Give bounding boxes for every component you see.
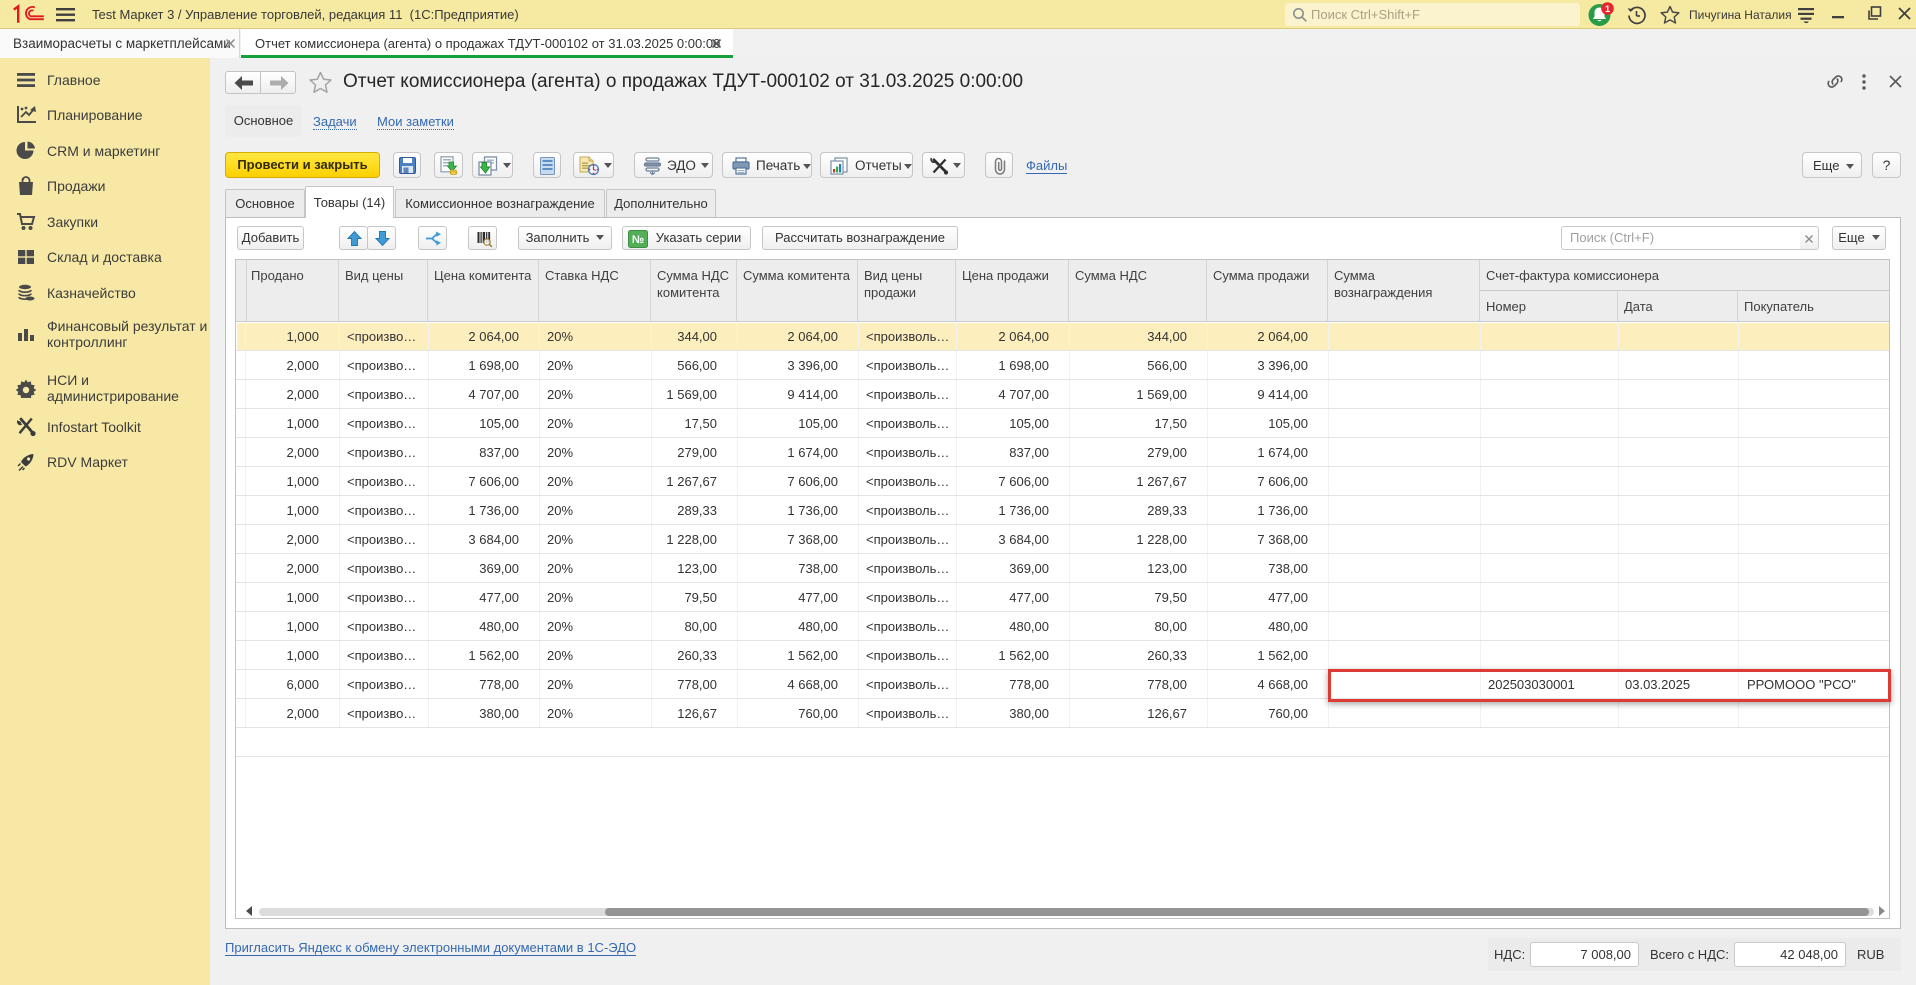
svg-text:1: 1 [1605, 4, 1611, 15]
svg-text:№: № [632, 234, 644, 246]
